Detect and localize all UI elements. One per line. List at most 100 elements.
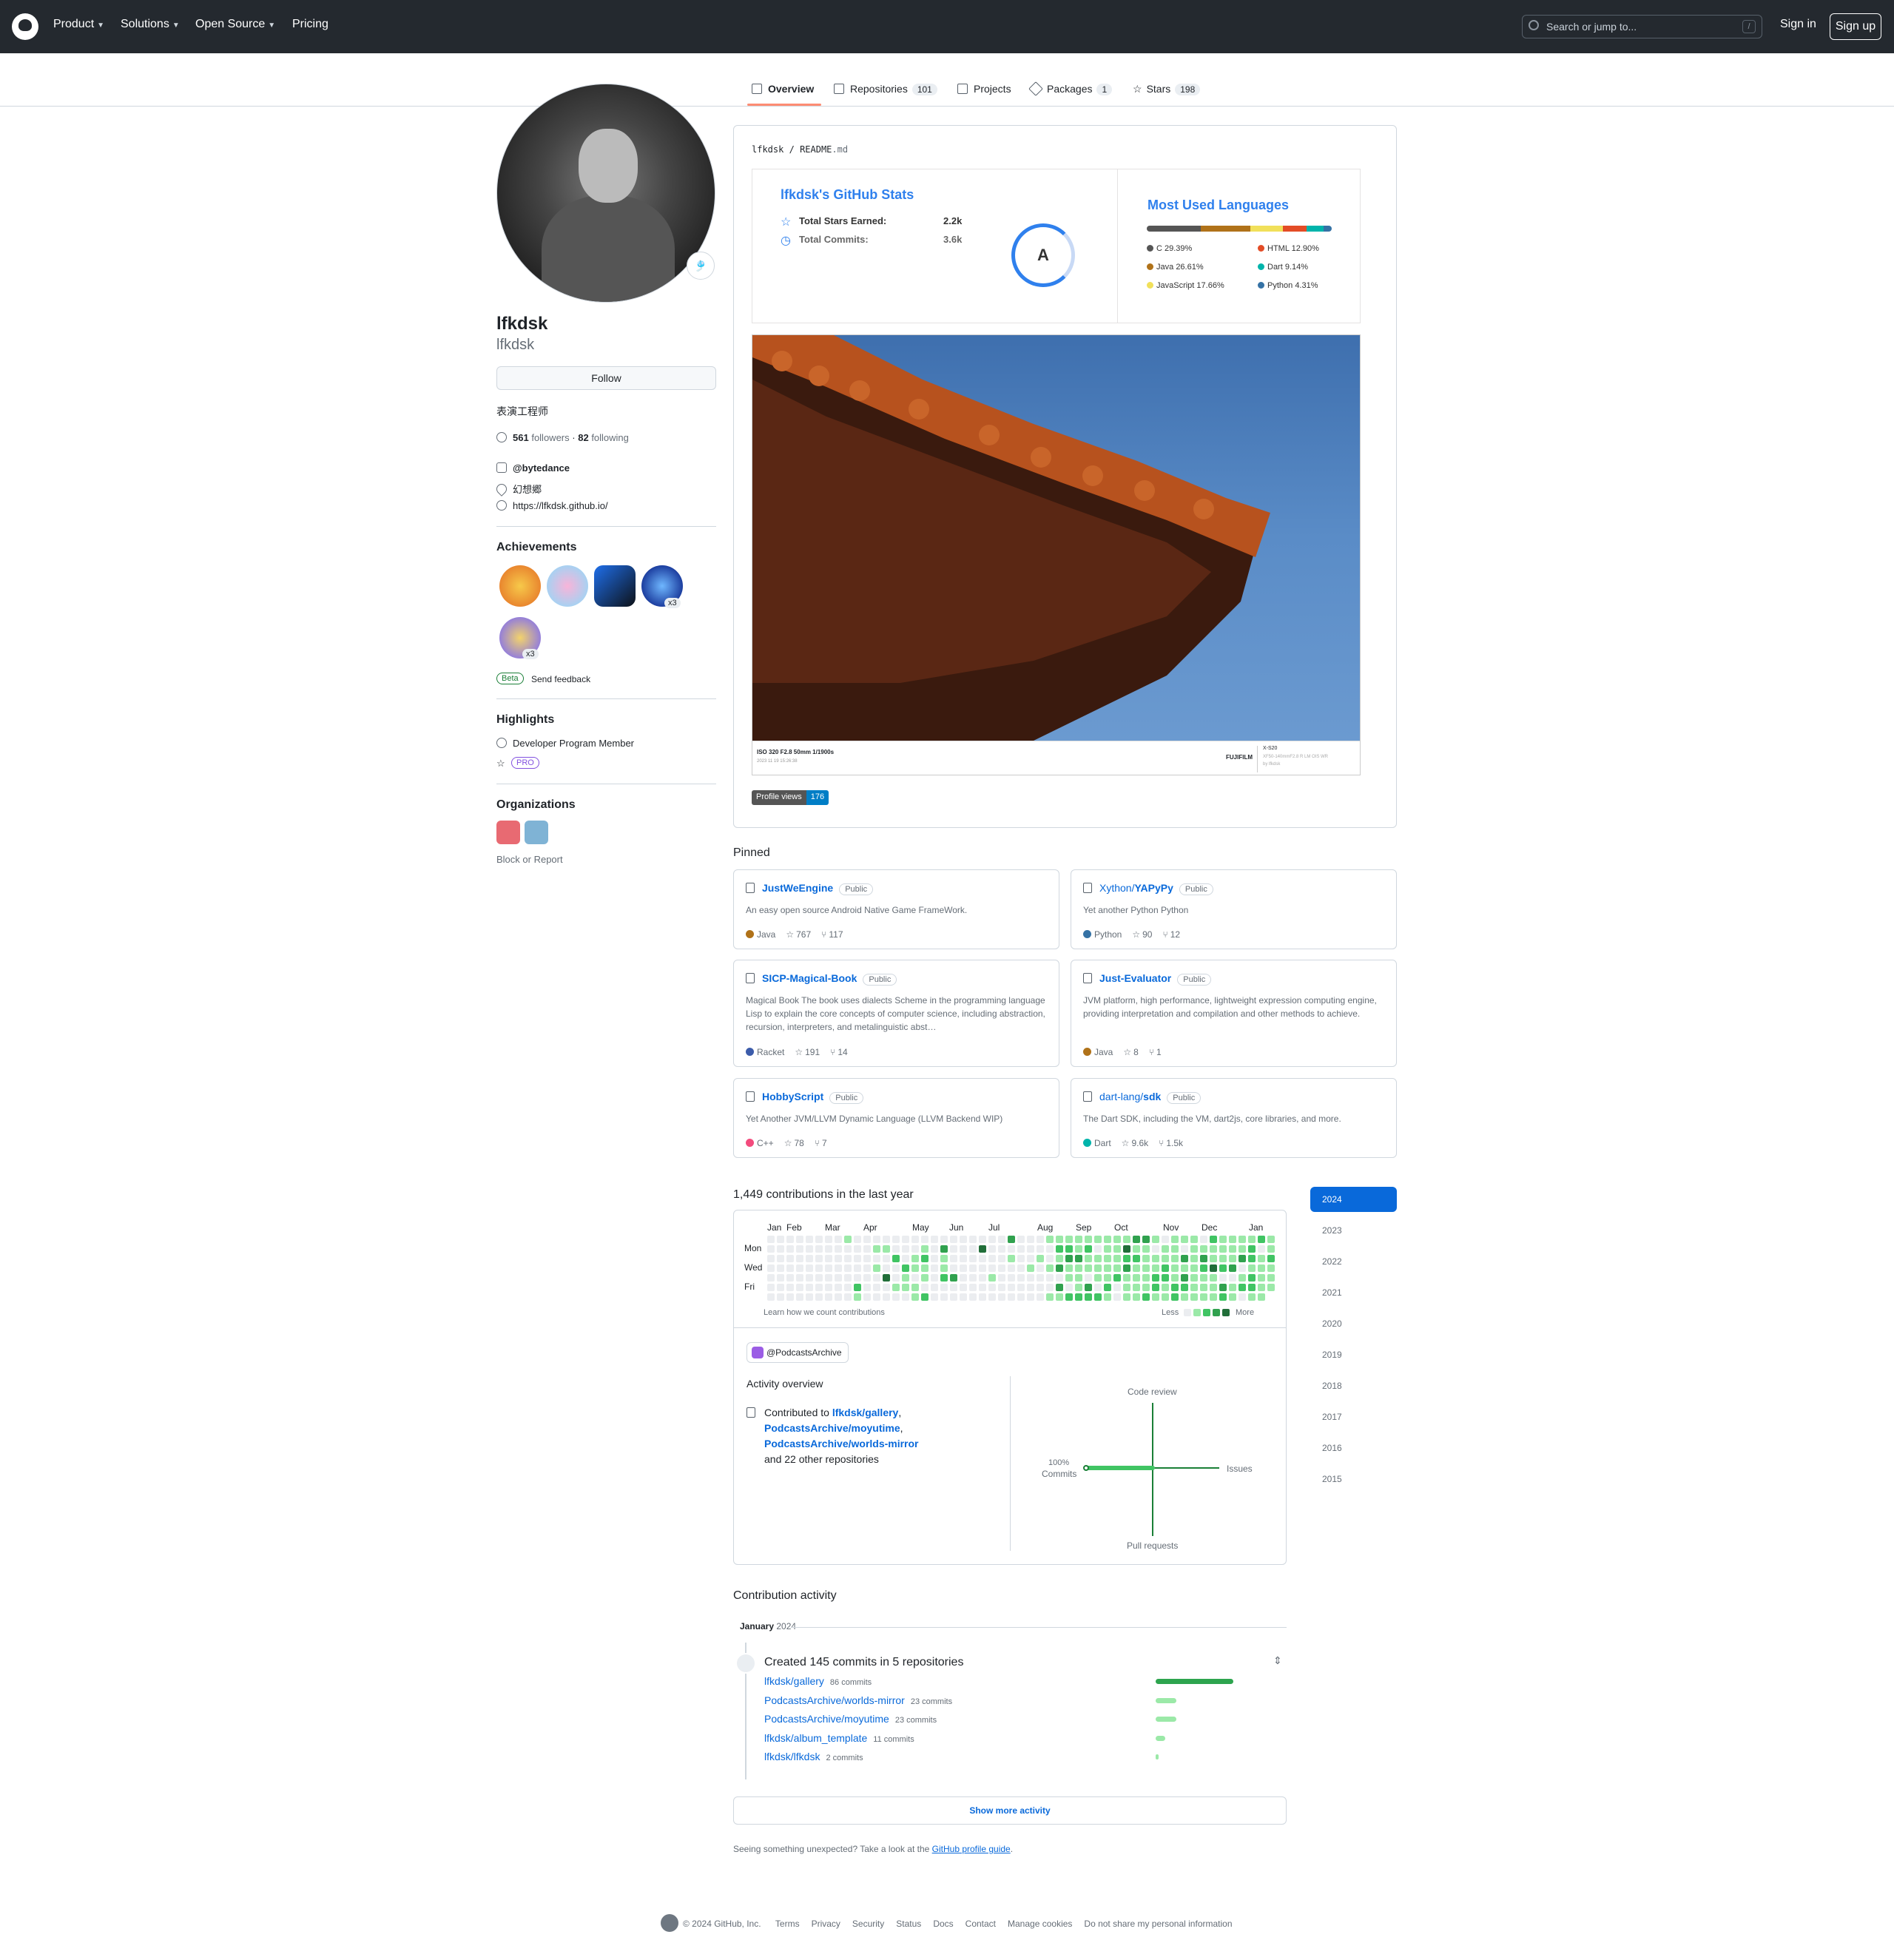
- contribution-cell[interactable]: [1229, 1293, 1236, 1301]
- contribution-cell[interactable]: [998, 1236, 1005, 1243]
- contribution-cell[interactable]: [1248, 1255, 1256, 1262]
- contribution-cell[interactable]: [1113, 1245, 1121, 1253]
- contribution-cell[interactable]: [1258, 1284, 1265, 1291]
- pinned-forks[interactable]: 12: [1170, 929, 1180, 940]
- activity-summary[interactable]: Created 145 commits in 5 repositories: [764, 1656, 963, 1669]
- contribution-cell[interactable]: [806, 1293, 813, 1301]
- contribution-cell[interactable]: [1152, 1293, 1159, 1301]
- contribution-cell[interactable]: [931, 1264, 938, 1272]
- contribution-cell[interactable]: [1171, 1236, 1179, 1243]
- contribution-cell[interactable]: [1181, 1274, 1188, 1282]
- year-link[interactable]: 2021: [1310, 1280, 1397, 1305]
- contribution-cell[interactable]: [1037, 1255, 1044, 1262]
- contribution-cell[interactable]: [1094, 1264, 1102, 1272]
- contribution-cell[interactable]: [796, 1293, 803, 1301]
- contribution-cell[interactable]: [979, 1245, 986, 1253]
- contribution-cell[interactable]: [767, 1245, 775, 1253]
- contribution-cell[interactable]: [1200, 1255, 1207, 1262]
- contribution-cell[interactable]: [1065, 1245, 1073, 1253]
- contribution-cell[interactable]: [854, 1264, 861, 1272]
- contribution-cell[interactable]: [1258, 1236, 1265, 1243]
- footer-link[interactable]: Status: [896, 1919, 921, 1929]
- contribution-cell[interactable]: [1085, 1274, 1092, 1282]
- contribution-cell[interactable]: [911, 1245, 919, 1253]
- contribution-cell[interactable]: [1219, 1236, 1227, 1243]
- contribution-cell[interactable]: [892, 1293, 900, 1301]
- contribution-cell[interactable]: [1238, 1284, 1246, 1291]
- pinned-repo-link[interactable]: Just-Evaluator: [1099, 972, 1171, 984]
- contribution-cell[interactable]: [1046, 1274, 1054, 1282]
- contribution-cell[interactable]: [873, 1274, 880, 1282]
- contribution-cell[interactable]: [806, 1236, 813, 1243]
- nav-open-source[interactable]: Open Source ▼: [195, 18, 275, 31]
- contribution-cell[interactable]: [1065, 1274, 1073, 1282]
- contribution-cell[interactable]: [1162, 1284, 1169, 1291]
- contribution-cell[interactable]: [1267, 1264, 1275, 1272]
- contribution-cell[interactable]: [892, 1264, 900, 1272]
- activity-repo-link[interactable]: lfkdsk/album_template: [764, 1732, 867, 1744]
- contribution-cell[interactable]: [863, 1245, 871, 1253]
- contribution-cell[interactable]: [1056, 1255, 1063, 1262]
- achievement-arctic-code-vault-icon[interactable]: [594, 565, 636, 607]
- contribution-cell[interactable]: [940, 1264, 948, 1272]
- contribution-cell[interactable]: [1113, 1293, 1121, 1301]
- contribution-cell[interactable]: [1200, 1264, 1207, 1272]
- contribution-cell[interactable]: [921, 1255, 929, 1262]
- activity-repo-link[interactable]: lfkdsk/gallery: [764, 1675, 824, 1687]
- contribution-cell[interactable]: [1142, 1293, 1150, 1301]
- contribution-cell[interactable]: [1219, 1245, 1227, 1253]
- contribution-cell[interactable]: [1104, 1245, 1111, 1253]
- contribution-cell[interactable]: [835, 1274, 842, 1282]
- contribution-cell[interactable]: [1258, 1245, 1265, 1253]
- contribution-cell[interactable]: [998, 1284, 1005, 1291]
- contribution-cell[interactable]: [988, 1264, 996, 1272]
- contribution-cell[interactable]: [1123, 1264, 1130, 1272]
- contribution-cell[interactable]: [950, 1284, 957, 1291]
- nav-product[interactable]: Product ▼: [53, 18, 104, 31]
- contribution-cell[interactable]: [863, 1236, 871, 1243]
- footer-link[interactable]: Terms: [775, 1919, 800, 1929]
- contribution-cell[interactable]: [1075, 1293, 1082, 1301]
- contribution-cell[interactable]: [1162, 1245, 1169, 1253]
- contribution-cell[interactable]: [960, 1245, 967, 1253]
- pinned-forks[interactable]: 1.5k: [1166, 1138, 1183, 1148]
- contribution-cell[interactable]: [883, 1245, 890, 1253]
- footer-link[interactable]: Security: [852, 1919, 884, 1929]
- year-link[interactable]: 2024: [1310, 1187, 1397, 1212]
- contribution-cell[interactable]: [1181, 1245, 1188, 1253]
- contribution-cell[interactable]: [1027, 1274, 1034, 1282]
- contribution-cell[interactable]: [931, 1255, 938, 1262]
- contribution-cell[interactable]: [1027, 1236, 1034, 1243]
- contribution-cell[interactable]: [1238, 1245, 1246, 1253]
- contribution-cell[interactable]: [1037, 1274, 1044, 1282]
- contribution-cell[interactable]: [1171, 1255, 1179, 1262]
- contribution-cell[interactable]: [844, 1284, 852, 1291]
- contribution-cell[interactable]: [863, 1284, 871, 1291]
- contribution-cell[interactable]: [950, 1245, 957, 1253]
- contribution-cell[interactable]: [1267, 1245, 1275, 1253]
- footer-link[interactable]: Manage cookies: [1008, 1919, 1072, 1929]
- contribution-cell[interactable]: [1113, 1264, 1121, 1272]
- contribution-cell[interactable]: [969, 1255, 977, 1262]
- contribution-cell[interactable]: [1056, 1274, 1063, 1282]
- contribution-cell[interactable]: [777, 1255, 784, 1262]
- contribution-cell[interactable]: [979, 1255, 986, 1262]
- contribution-cell[interactable]: [1085, 1255, 1092, 1262]
- contribution-cell[interactable]: [1210, 1293, 1217, 1301]
- contribution-cell[interactable]: [911, 1284, 919, 1291]
- sign-in-link[interactable]: Sign in: [1780, 18, 1816, 31]
- contribution-cell[interactable]: [1152, 1245, 1159, 1253]
- contribution-cell[interactable]: [844, 1264, 852, 1272]
- contribution-cell[interactable]: [902, 1255, 909, 1262]
- contribution-cell[interactable]: [1037, 1264, 1044, 1272]
- year-link[interactable]: 2018: [1310, 1373, 1397, 1398]
- contribution-cell[interactable]: [1056, 1284, 1063, 1291]
- contribution-cell[interactable]: [1229, 1284, 1236, 1291]
- contribution-cell[interactable]: [1258, 1264, 1265, 1272]
- contribution-cell[interactable]: [1017, 1274, 1025, 1282]
- contribution-cell[interactable]: [1017, 1293, 1025, 1301]
- achievement-starstruck-icon[interactable]: [499, 565, 541, 607]
- contribution-cell[interactable]: [1200, 1236, 1207, 1243]
- contribution-cell[interactable]: [892, 1236, 900, 1243]
- pinned-repo-owner[interactable]: dart-lang/: [1099, 1091, 1143, 1102]
